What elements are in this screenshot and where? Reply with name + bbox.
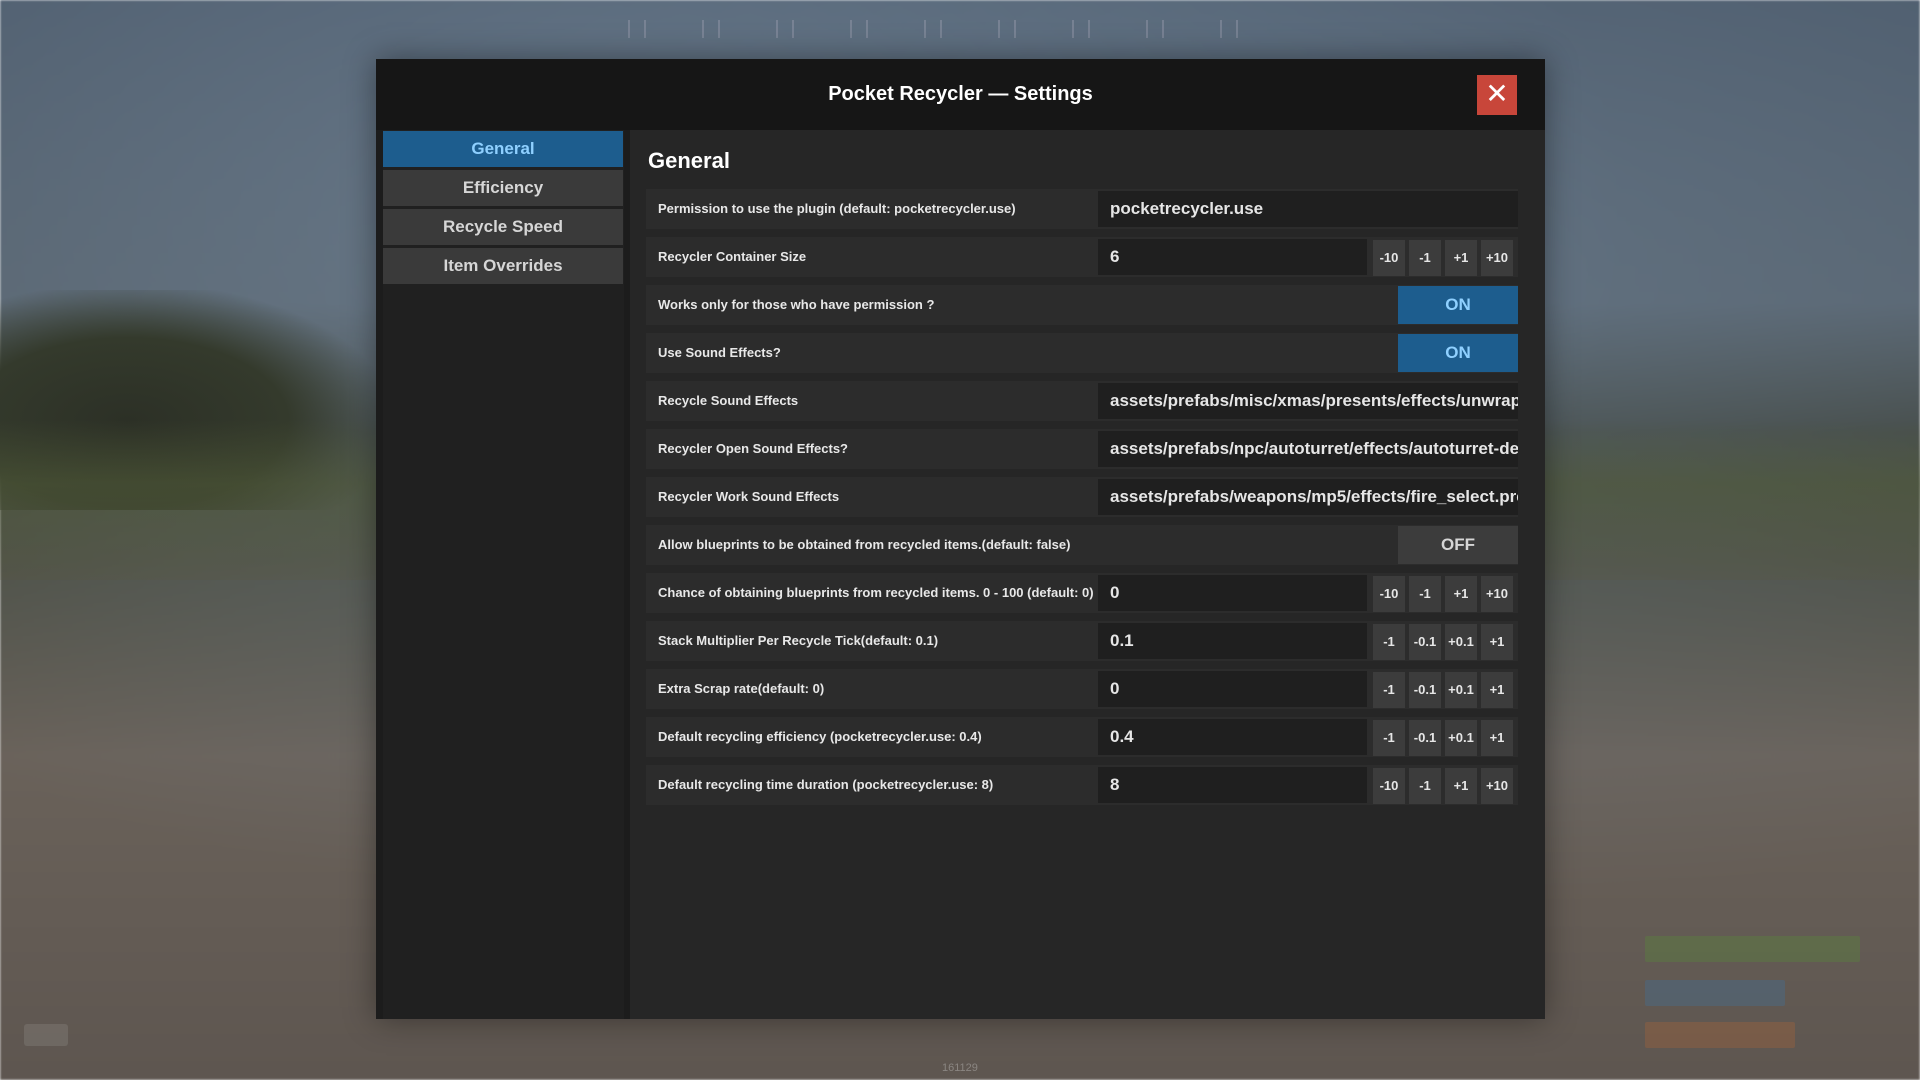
setting-text-input[interactable]: assets/prefabs/weapons/mp5/effects/fire_… [1098, 479, 1518, 515]
stepper-buttons: -1 -0.1 +0.1 +1 [1373, 672, 1517, 708]
step-button[interactable]: +1 [1481, 672, 1513, 708]
step-button[interactable]: -0.1 [1409, 672, 1441, 708]
stepper-buttons: -1 -0.1 +0.1 +1 [1373, 720, 1517, 756]
close-icon: ✕ [1485, 78, 1509, 109]
step-button[interactable]: -10 [1373, 240, 1405, 276]
step-button[interactable]: -1 [1373, 672, 1405, 708]
step-button[interactable]: -10 [1373, 576, 1405, 612]
step-button[interactable]: -0.1 [1409, 720, 1441, 756]
setting-label: Stack Multiplier Per Recycle Tick(defaul… [658, 633, 939, 648]
setting-label: Use Sound Effects? [658, 345, 781, 360]
setting-row: Chance of obtaining blueprints from recy… [646, 573, 1518, 613]
window-title: Pocket Recycler — Settings [828, 83, 1093, 105]
step-button[interactable]: -1 [1409, 576, 1441, 612]
toggle-button[interactable]: ON [1398, 334, 1518, 372]
close-button[interactable]: ✕ [1477, 75, 1517, 115]
step-button[interactable]: +0.1 [1445, 672, 1477, 708]
setting-label: Recycler Work Sound Effects [658, 489, 840, 504]
toggle-button[interactable]: OFF [1398, 526, 1518, 564]
sidebar-item-item-overrides[interactable]: Item Overrides [383, 248, 623, 284]
step-button[interactable]: -1 [1409, 240, 1441, 276]
toggle-button[interactable]: ON [1398, 286, 1518, 324]
settings-content: General Permission to use the plugin (de… [630, 130, 1545, 1019]
step-button[interactable]: +10 [1481, 768, 1513, 804]
setting-number-input[interactable]: 0.4 [1098, 719, 1367, 755]
setting-text-input[interactable]: pocketrecycler.use [1098, 191, 1518, 227]
setting-row: Works only for those who have permission… [646, 285, 1518, 325]
step-button[interactable]: -1 [1373, 720, 1405, 756]
stepper-buttons: -10 -1 +1 +10 [1373, 768, 1517, 804]
health-bar [1645, 936, 1860, 962]
setting-row: Allow blueprints to be obtained from rec… [646, 525, 1518, 565]
setting-label: Extra Scrap rate(default: 0) [658, 681, 825, 696]
setting-row: Extra Scrap rate(default: 0) 0 -1 -0.1 +0.1 +… [646, 669, 1518, 709]
step-button[interactable]: +1 [1481, 624, 1513, 660]
setting-row: Recycler Open Sound Effects? assets/prefa… [646, 429, 1518, 469]
stepper-buttons: -10 -1 +1 +10 [1373, 240, 1517, 276]
step-button[interactable]: -1 [1373, 624, 1405, 660]
step-button[interactable]: -0.1 [1409, 624, 1441, 660]
step-button[interactable]: -1 [1409, 768, 1441, 804]
step-button[interactable]: +1 [1445, 576, 1477, 612]
sidebar-item-efficiency[interactable]: Efficiency [383, 170, 623, 206]
step-button[interactable]: +0.1 [1445, 624, 1477, 660]
setting-row: Recycler Work Sound Effects assets/prefab… [646, 477, 1518, 517]
setting-text-input[interactable]: assets/prefabs/npc/autoturret/effects/au… [1098, 431, 1518, 467]
setting-row: Default recycling time duration (pocketr… [646, 765, 1518, 805]
compass-hud [600, 10, 1320, 50]
step-button[interactable]: +10 [1481, 576, 1513, 612]
step-button[interactable]: +1 [1445, 240, 1477, 276]
setting-label: Permission to use the plugin (default: p… [658, 201, 1016, 216]
step-button[interactable]: +1 [1481, 720, 1513, 756]
stepper-buttons: -1 -0.1 +0.1 +1 [1373, 624, 1517, 660]
step-button[interactable]: +10 [1481, 240, 1513, 276]
step-button[interactable]: -10 [1373, 768, 1405, 804]
sidebar: General Efficiency Recycle Speed Item Overr… [383, 130, 624, 1019]
step-button[interactable]: +1 [1445, 768, 1477, 804]
setting-row: Permission to use the plugin (default: p… [646, 189, 1518, 229]
step-button[interactable]: +0.1 [1445, 720, 1477, 756]
stepper-buttons: -10 -1 +1 +10 [1373, 576, 1517, 612]
setting-row: Use Sound Effects? ON [646, 333, 1518, 373]
setting-label: Recycle Sound Effects [658, 393, 799, 408]
setting-number-input[interactable]: 8 [1098, 767, 1367, 803]
setting-row: Recycle Sound Effects assets/prefabs/misc… [646, 381, 1518, 421]
setting-label: Works only for those who have permission… [658, 297, 935, 312]
setting-number-input[interactable]: 6 [1098, 239, 1367, 275]
section-title: General [648, 148, 730, 173]
setting-label: Default recycling time duration (pocketr… [658, 777, 994, 792]
setting-label: Allow blueprints to be obtained from rec… [658, 537, 1071, 552]
food-bar [1645, 1022, 1795, 1048]
setting-label: Chance of obtaining blueprints from recy… [658, 585, 1094, 600]
sidebar-item-general[interactable]: General [383, 131, 623, 167]
title-bar: Pocket Recycler — Settings ✕ [376, 59, 1545, 130]
setting-row: Recycler Container Size 6 -10 -1 +1 +10 [646, 237, 1518, 277]
setting-number-input[interactable]: 0 [1098, 575, 1367, 611]
build-info: 161129 [942, 1062, 978, 1074]
hud-indicator [24, 1024, 68, 1046]
setting-row: Default recycling efficiency (pocketrecy… [646, 717, 1518, 757]
setting-row: Stack Multiplier Per Recycle Tick(defaul… [646, 621, 1518, 661]
setting-number-input[interactable]: 0.1 [1098, 623, 1367, 659]
sidebar-item-recycle-speed[interactable]: Recycle Speed [383, 209, 623, 245]
setting-label: Recycler Container Size [658, 249, 807, 264]
setting-label: Default recycling efficiency (pocketrecy… [658, 729, 982, 744]
settings-window: Pocket Recycler — Settings ✕ General Effi… [376, 59, 1545, 1019]
setting-text-input[interactable]: assets/prefabs/misc/xmas/presents/effect… [1098, 383, 1518, 419]
water-bar [1645, 980, 1785, 1006]
setting-label: Recycler Open Sound Effects? [658, 441, 848, 456]
setting-number-input[interactable]: 0 [1098, 671, 1367, 707]
